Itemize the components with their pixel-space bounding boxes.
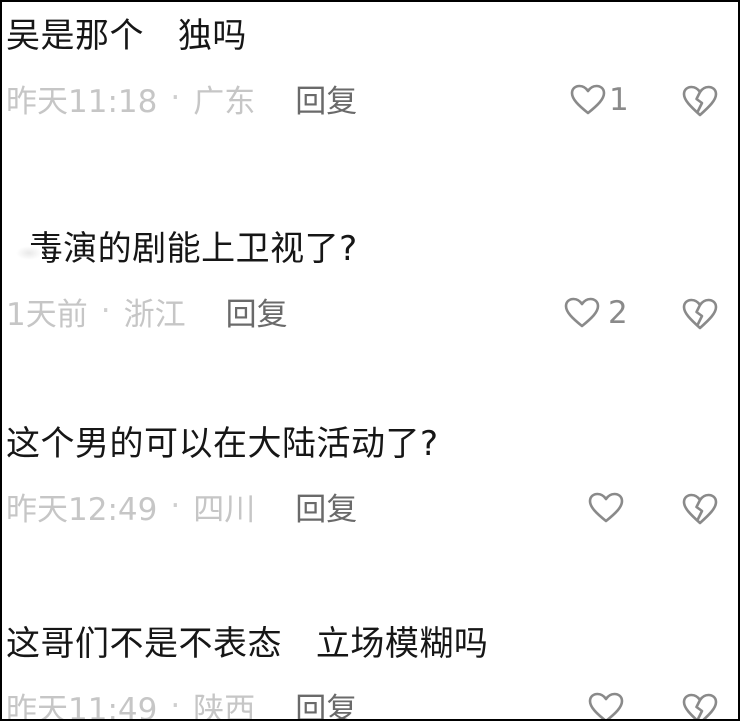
heart-outline-icon (588, 692, 624, 719)
heart-outline-icon (570, 84, 606, 116)
broken-heart-icon (682, 492, 718, 526)
dislike-button[interactable] (682, 84, 718, 118)
like-button[interactable] (588, 692, 627, 719)
comment-meta: 昨天11:18 · 广东 回复 (6, 76, 357, 121)
comment-time: 昨天11:49 (6, 691, 158, 721)
reply-button[interactable]: 回复 (226, 289, 288, 334)
like-button[interactable]: 2 (564, 297, 628, 329)
comment-meta: 1天前 · 浙江 回复 (6, 289, 288, 334)
comment-location: 广东 (193, 83, 256, 120)
comment-location: 陕西 (193, 691, 256, 721)
comment-text: 吴是那个 独吗 (6, 16, 247, 56)
reply-button[interactable]: 回复 (295, 76, 357, 121)
comment-text: 这个男的可以在大陆活动了? (6, 424, 439, 464)
comment-location: 浙江 (123, 296, 186, 333)
blurred-mark (16, 246, 42, 260)
comment-meta: 昨天12:49 · 四川 回复 (6, 484, 357, 529)
broken-heart-icon (682, 84, 718, 118)
dislike-button[interactable] (682, 297, 718, 331)
dislike-button[interactable] (682, 492, 718, 526)
reply-button[interactable]: 回复 (295, 484, 357, 529)
comment-list-panel: 吴是那个 独吗 昨天11:18 · 广东 回复 1 毒演的剧能上卫视了? 1天前… (0, 0, 740, 721)
reply-button[interactable]: 回复 (295, 684, 357, 720)
meta-separator: · (100, 293, 111, 329)
comment-text: 毒演的剧能上卫视了? (6, 229, 358, 269)
broken-heart-icon (682, 297, 718, 331)
dislike-button[interactable] (682, 692, 718, 719)
meta-separator: · (170, 688, 181, 721)
like-count: 2 (608, 295, 628, 331)
heart-outline-icon (564, 297, 600, 329)
comment-item-4: 这哥们不是不表态 立场模糊吗 昨天11:49 · 陕西 回复 (2, 622, 738, 721)
meta-separator: · (170, 488, 181, 524)
heart-outline-icon (588, 492, 624, 524)
comment-time: 昨天11:18 (6, 83, 158, 120)
broken-heart-icon (682, 692, 718, 719)
like-button[interactable]: 1 (570, 84, 629, 116)
comment-time: 昨天12:49 (6, 491, 158, 528)
comment-meta: 昨天11:49 · 陕西 回复 (6, 684, 357, 721)
comment-item-1: 吴是那个 独吗 昨天11:18 · 广东 回复 1 (2, 14, 738, 124)
like-button[interactable] (588, 492, 627, 524)
comment-item-2: 毒演的剧能上卫视了? 1天前 · 浙江 回复 2 (2, 227, 738, 337)
comment-time: 1天前 (6, 296, 88, 333)
like-count: 1 (609, 82, 629, 118)
comment-item-3: 这个男的可以在大陆活动了? 昨天12:49 · 四川 回复 (2, 422, 738, 532)
meta-separator: · (170, 80, 181, 116)
comment-text: 这哥们不是不表态 立场模糊吗 (6, 624, 489, 664)
comment-location: 四川 (193, 491, 256, 528)
